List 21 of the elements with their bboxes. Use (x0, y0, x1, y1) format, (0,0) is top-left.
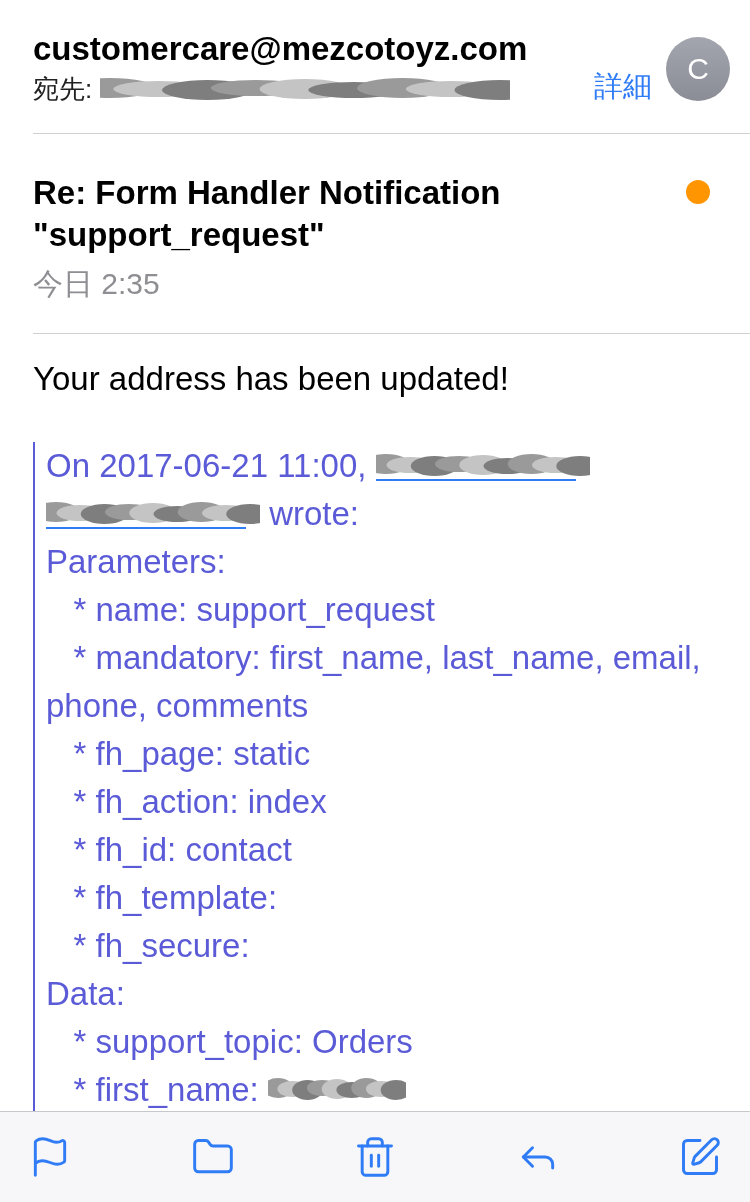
quoted-text: * support_topic: Orders (72, 1022, 413, 1062)
quoted-text: * first_name: (72, 1070, 260, 1110)
message-date: 今日 2:35 (33, 266, 161, 302)
quoted-text: Data: (46, 974, 125, 1014)
quoted-text: * name: support_request (72, 590, 435, 630)
sender-address: customercare@mezcotoyz.com (33, 30, 529, 68)
recipient-label: 宛先: (33, 73, 93, 106)
details-link[interactable]: 詳細 (594, 67, 652, 107)
quoted-text: On 2017-06-21 11:00, (46, 446, 368, 486)
quoted-text: * fh_page: static (72, 734, 311, 774)
quoted-text: phone, comments (46, 686, 309, 726)
sender-avatar[interactable]: C (666, 36, 730, 101)
quoted-text: wrote: (268, 494, 360, 534)
quoted-text: * fh_secure: (72, 926, 250, 966)
message-text: Your address has been updated! (33, 360, 510, 398)
quoted-text: * mandatory: first_name, last_name, email, (72, 638, 701, 678)
quoted-text: * fh_template: (72, 878, 278, 918)
quoted-text: * fh_id: contact (72, 830, 292, 870)
quoted-text: * fh_action: index (72, 782, 327, 822)
message-subject: Re: Form Handler Notification "support_request" (33, 173, 502, 255)
quoted-text: Parameters: (46, 542, 226, 582)
